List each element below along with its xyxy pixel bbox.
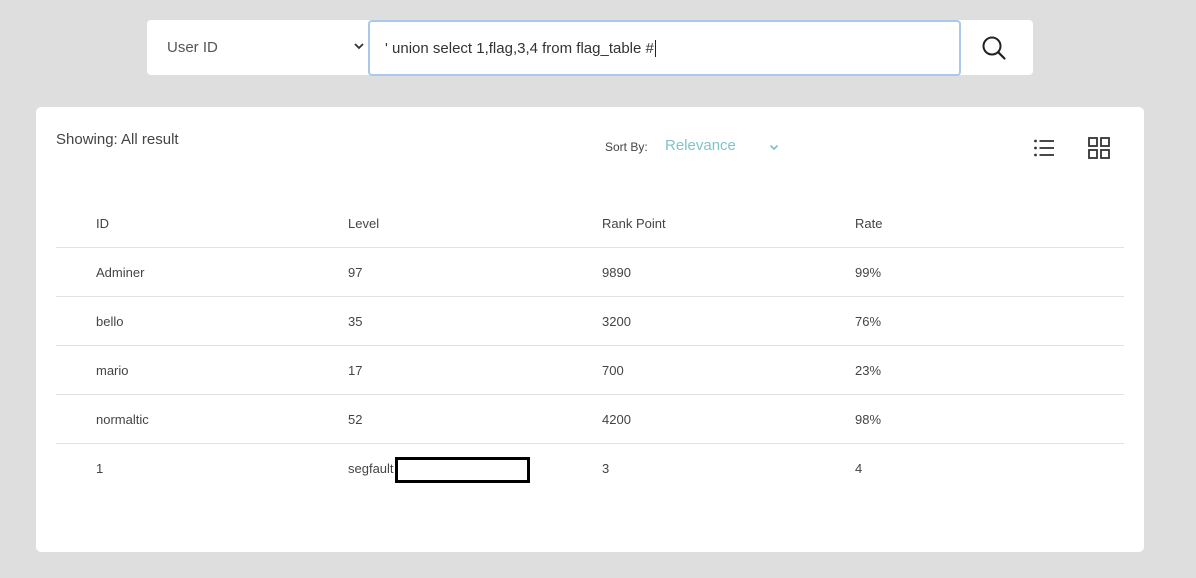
cell-rank-point: 3 [602, 461, 610, 476]
chevron-down-icon [769, 144, 779, 151]
table-row: bello 35 3200 76% [56, 296, 1124, 345]
cell-rank-point: 700 [602, 363, 624, 378]
cell-rate: 99% [855, 265, 882, 280]
cell-rate: 23% [855, 363, 882, 378]
column-header-id: ID [96, 215, 109, 231]
table-row: 1 segfault 3 4 [56, 443, 1124, 492]
table-row: normaltic 52 4200 98% [56, 394, 1124, 443]
grid-view-icon[interactable] [1088, 137, 1110, 159]
search-bar: User ID ' union select 1,flag,3,4 from f… [147, 20, 1033, 76]
search-field-select-value: User ID [167, 39, 218, 56]
results-count-label: Showing: All result [56, 131, 179, 148]
search-icon[interactable] [981, 35, 1007, 61]
cell-level: 17 [348, 363, 363, 378]
cell-rate: 76% [855, 314, 882, 329]
cell-level: segfault [348, 461, 394, 476]
cell-id: mario [96, 363, 129, 378]
table-header-row: ID Level Rank Point Rate [56, 199, 1124, 247]
list-view-icon[interactable] [1033, 137, 1055, 159]
search-field-select[interactable]: User ID [147, 20, 369, 75]
cell-rank-point: 9890 [602, 265, 631, 280]
results-table: ID Level Rank Point Rate Adminer 97 9890… [56, 199, 1124, 492]
cell-id: normaltic [96, 412, 149, 427]
search-input[interactable]: ' union select 1,flag,3,4 from flag_tabl… [368, 20, 961, 76]
cell-rank-point: 3200 [602, 314, 631, 329]
chevron-down-icon [354, 43, 364, 50]
text-caret [654, 39, 656, 57]
cell-rank-point: 4200 [602, 412, 631, 427]
cell-id: 1 [96, 461, 104, 476]
sort-select-value: Relevance [665, 137, 736, 154]
sort-by-label: Sort By: [605, 140, 648, 154]
results-panel: Showing: All result Sort By: Relevance I… [36, 107, 1144, 552]
column-header-rank-point: Rank Point [602, 215, 666, 231]
cell-id: Adminer [96, 265, 145, 280]
column-header-level: Level [348, 215, 380, 231]
sort-select[interactable]: Relevance [665, 137, 783, 159]
cell-id: bello [96, 314, 124, 329]
table-row: Adminer 97 9890 99% [56, 247, 1124, 296]
column-header-rate: Rate [855, 215, 883, 231]
redaction-box [395, 457, 530, 483]
table-row: mario 17 700 23% [56, 345, 1124, 394]
search-input-value: ' union select 1,flag,3,4 from flag_tabl… [385, 39, 654, 57]
cell-rate: 4 [855, 461, 863, 476]
cell-level: 52 [348, 412, 363, 427]
cell-level: 97 [348, 265, 363, 280]
cell-level: 35 [348, 314, 363, 329]
cell-rate: 98% [855, 412, 882, 427]
